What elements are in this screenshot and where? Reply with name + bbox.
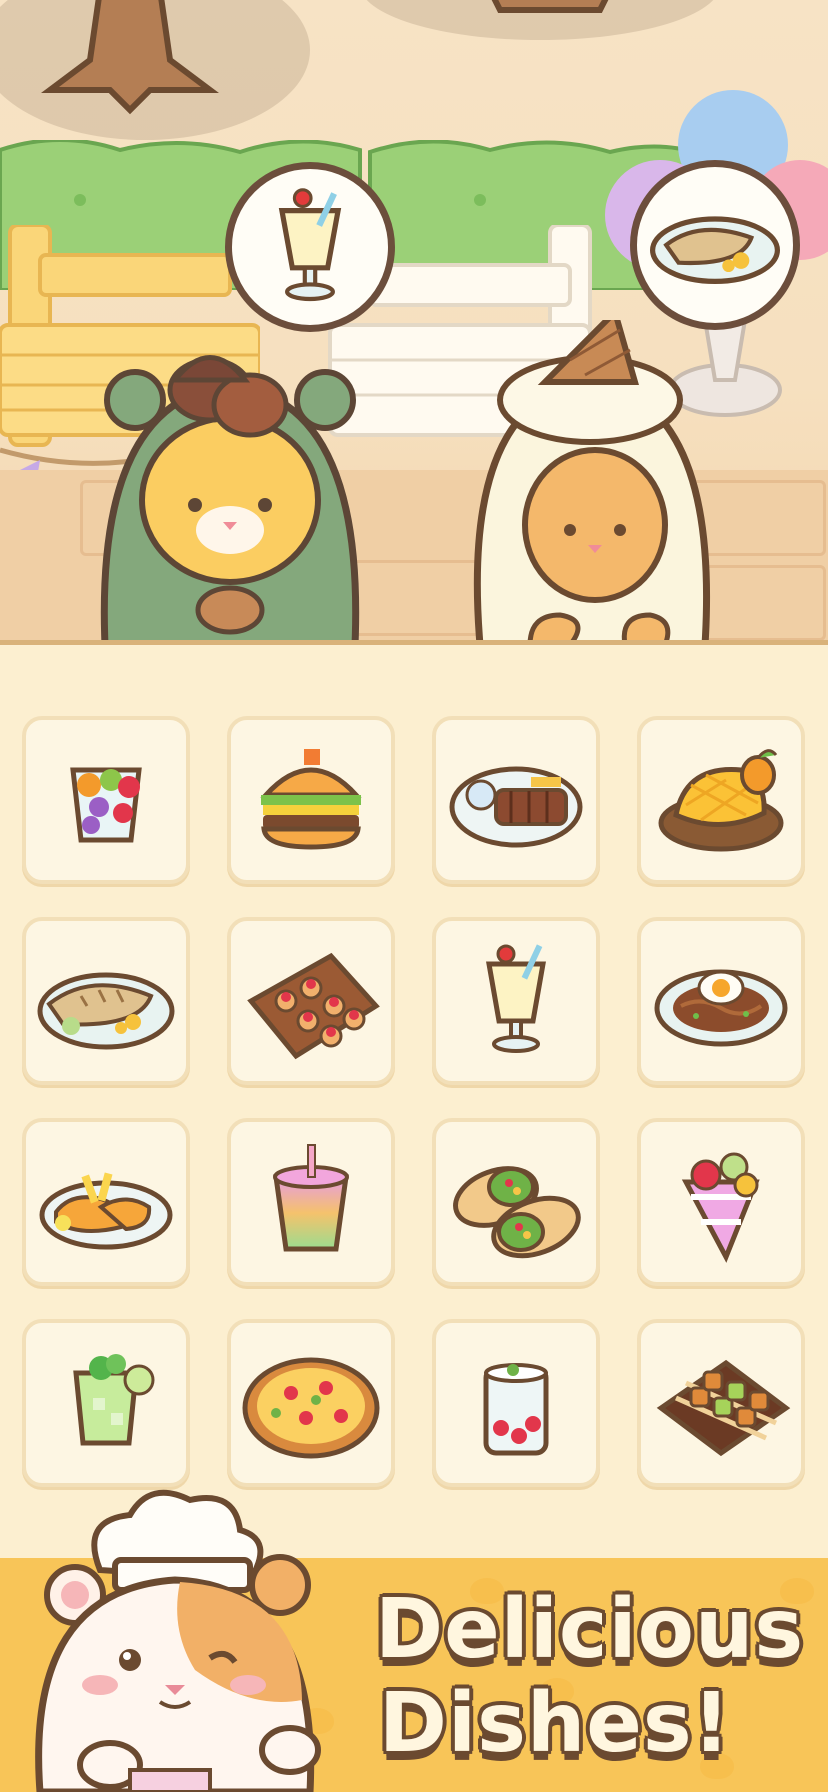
burrito-icon [453,1166,581,1259]
grilled-fish-icon [37,972,175,1050]
fried-egg-noodles-icon [654,969,788,1047]
dish-tile-bruschetta-tray[interactable] [227,917,395,1085]
dish-tile-skewers[interactable] [637,1319,805,1487]
skewers-icon [656,1359,791,1457]
milkshake-icon [278,188,342,302]
dish-tile-grilled-fish[interactable] [22,917,190,1085]
scene-divider [0,640,828,645]
headline-line-1: Delicious [375,1582,805,1677]
milkshake-icon [486,944,546,1053]
mango-icon [658,749,784,852]
dish-tile-strawberry-drink[interactable] [432,1319,600,1487]
bruschetta-tray-icon [247,952,380,1060]
dish-tile-milkshake[interactable] [432,917,600,1085]
dish-tile-fried-egg-noodles[interactable] [637,917,805,1085]
fruit-cup-icon [70,767,142,843]
fish-and-chips-icon [39,1172,173,1250]
sheep-hood-customer [473,320,711,645]
dish-tile-burrito[interactable] [432,1118,600,1286]
dish-tile-pizza[interactable] [227,1319,395,1487]
order-bubble-1 [225,162,395,332]
hamster-chef-mascot [35,1489,321,1792]
dish-tile-bbq-ribs-platter[interactable] [432,716,600,884]
dish-tile-rainbow-smoothie[interactable] [227,1118,395,1286]
dish-tile-fruit-cup[interactable] [22,716,190,884]
dish-tile-mango[interactable] [637,716,805,884]
pizza-icon [242,1357,380,1459]
dish-menu-panel [0,646,828,1558]
order-bubble-2 [630,160,800,330]
strawberry-drink-icon [483,1363,549,1456]
burger-icon [260,749,362,850]
crepe-icon [681,1152,760,1263]
dish-tile-fish-and-chips[interactable] [22,1118,190,1286]
cafe-scene [0,0,828,645]
headline-line-2: Dishes! [378,1676,732,1771]
dish-tile-mojito[interactable] [22,1319,190,1487]
green-bear-hood-customer [100,355,360,645]
bbq-ribs-platter-icon [449,766,583,848]
tree-trunk-left-icon [41,0,219,115]
grilled-fish-icon [650,216,780,284]
dish-tile-burger[interactable] [227,716,395,884]
rainbow-smoothie-icon [273,1144,349,1252]
mojito-icon [73,1354,155,1446]
tree-trunk-right-icon [491,0,609,13]
dish-tile-crepe[interactable] [637,1118,805,1286]
